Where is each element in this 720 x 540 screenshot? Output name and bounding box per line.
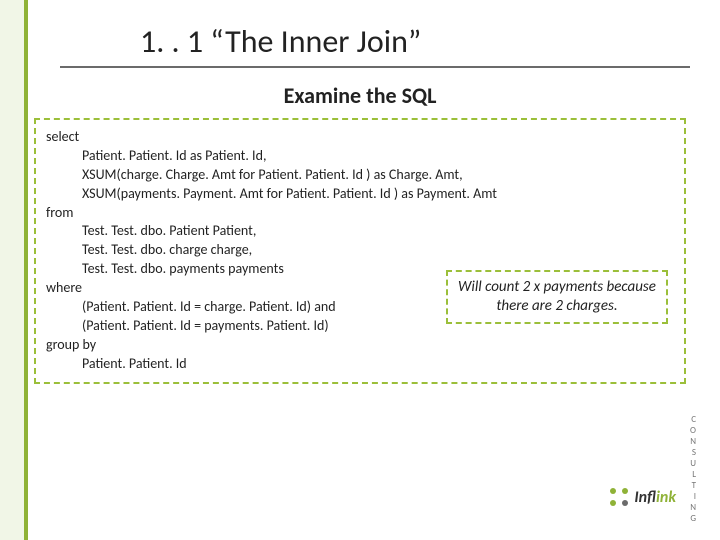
logo-subtext: C O N S U L T I N G — [690, 414, 698, 524]
side-accent-bar — [0, 0, 24, 540]
sql-line: XSUM(payments. Payment. Amt for Patient.… — [46, 185, 674, 204]
sql-line: Patient. Patient. Id — [46, 355, 674, 374]
slide-title: 1. . 1 “The Inner Join” — [140, 22, 421, 61]
sql-line: Patient. Patient. Id as Patient. Id, — [46, 147, 674, 166]
sql-line: Test. Test. dbo. Patient Patient, — [46, 222, 674, 241]
logo-mark-icon — [608, 486, 630, 508]
callout-note: Will count 2 x payments because there ar… — [446, 270, 668, 324]
sql-line: from — [46, 204, 674, 223]
logo-text: Inflink — [634, 488, 676, 507]
side-accent-line — [24, 0, 28, 540]
sql-line: Test. Test. dbo. charge charge, — [46, 241, 674, 260]
sql-code-box: select Patient. Patient. Id as Patient. … — [34, 118, 686, 384]
logo-text-b: link — [656, 488, 676, 507]
logo-text-a: Inf — [634, 488, 656, 507]
slide-subtitle: Examine the SQL — [0, 82, 720, 109]
title-underline — [60, 66, 690, 68]
sql-line: select — [46, 128, 674, 147]
sql-line: XSUM(charge. Charge. Amt for Patient. Pa… — [46, 166, 674, 185]
sql-line: group by — [46, 336, 674, 355]
